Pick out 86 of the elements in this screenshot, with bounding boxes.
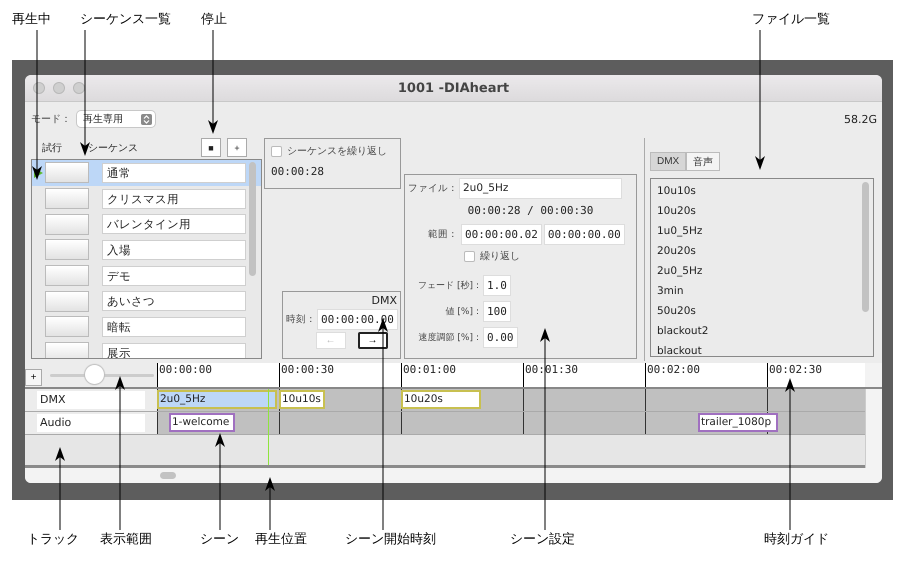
scrollbar-thumb[interactable]: [160, 472, 176, 479]
file-item[interactable]: 1u0_5Hz: [657, 221, 855, 241]
file-item[interactable]: 20u20s: [657, 241, 855, 261]
sequence-name-field[interactable]: 展示: [102, 342, 246, 358]
file-item[interactable]: 10u20s: [657, 201, 855, 221]
close-button[interactable]: [33, 82, 45, 94]
sequence-name-field[interactable]: 入場: [102, 240, 246, 260]
zoom-button[interactable]: [73, 82, 85, 94]
range-end-field[interactable]: 00:00:00.00: [544, 225, 624, 244]
value-field[interactable]: 0.00: [484, 328, 516, 347]
track-name-field[interactable]: DMX: [37, 391, 145, 409]
sequence-name-field[interactable]: デモ: [102, 266, 246, 286]
file-item[interactable]: 3min: [657, 281, 855, 301]
value-field[interactable]: 1.0: [484, 276, 510, 295]
add-button[interactable]: +: [227, 138, 247, 157]
scene-block[interactable]: trailer_1080p: [698, 413, 778, 432]
time-tick: 00:02:00: [645, 363, 700, 387]
callout-label: シーン: [200, 531, 239, 549]
callout-label: 停止: [201, 11, 227, 29]
checkbox-label: シーケンスを繰り返し: [287, 144, 387, 158]
try-button[interactable]: [45, 239, 89, 260]
position-text: 00:00:28 / 00:00:30: [468, 204, 594, 217]
column-header: 試行: [42, 142, 63, 154]
tab[interactable]: 音声: [686, 152, 720, 171]
callout-label: シーン設定: [510, 531, 575, 549]
scene-block[interactable]: 1-welcome: [169, 413, 235, 432]
sequence-name-field[interactable]: バレンタイン用: [102, 214, 246, 234]
sequence-time: 00:00:28: [271, 165, 325, 178]
callout-label: 再生位置: [255, 531, 307, 549]
time-field[interactable]: 00:00:00.00: [318, 310, 397, 329]
stop-button[interactable]: ■: [201, 138, 221, 157]
callout-label: シーケンス一覧: [80, 11, 171, 29]
range-start-field[interactable]: 00:00:00.02: [462, 225, 541, 244]
sequence-name-field[interactable]: あいさつ: [102, 291, 246, 312]
file-item[interactable]: 50u20s: [657, 301, 855, 321]
sequence-name-field[interactable]: 暗転: [102, 316, 246, 337]
tab[interactable]: DMX: [650, 152, 686, 171]
callout-label: シーン開始時刻: [345, 531, 436, 549]
field-label: 速度調節 [%]：: [418, 332, 482, 344]
value-field[interactable]: 100: [484, 302, 510, 321]
checkbox[interactable]: [271, 146, 282, 156]
storage-label: 58.2G: [844, 112, 877, 126]
time-label: 時刻：: [286, 313, 316, 326]
callout-label: 表示範囲: [100, 531, 152, 549]
minimize-button[interactable]: [53, 82, 65, 94]
stepper-icon: [141, 114, 152, 124]
try-button[interactable]: [45, 265, 89, 286]
window-title: 1001 -DIAheart: [398, 80, 510, 96]
file-item[interactable]: 10u10s: [657, 181, 855, 201]
track-name-field[interactable]: Audio: [37, 414, 145, 432]
scene-block[interactable]: 10u10s: [279, 390, 325, 409]
file-label: ファイル：: [408, 182, 458, 195]
field-label: フェード [秒]：: [417, 280, 482, 292]
scene-block[interactable]: 10u20s: [401, 390, 481, 409]
time-tick: 00:00:00: [157, 363, 212, 387]
add-track-button[interactable]: +: [25, 369, 42, 386]
zoom-slider[interactable]: [50, 365, 154, 385]
next-button[interactable]: →: [358, 332, 388, 349]
column-header: シーケンス: [88, 142, 139, 154]
scrollbar-thumb[interactable]: [249, 162, 256, 276]
time-tick: 00:01:00: [401, 363, 456, 387]
sequence-name-field[interactable]: 通常: [102, 162, 246, 183]
field-label: 値 [%]：: [444, 306, 482, 318]
file-item[interactable]: blackout: [657, 341, 855, 356]
time-tick: 00:00:30: [279, 363, 334, 387]
callout-label: ファイル一覧: [752, 11, 830, 29]
file-field[interactable]: 2u0_5Hz: [460, 179, 621, 198]
try-button[interactable]: [45, 214, 89, 235]
panel-title: DMX: [372, 294, 397, 307]
scene-block[interactable]: 2u0_5Hz: [157, 390, 277, 409]
pointer-arrow: [265, 477, 275, 530]
try-button[interactable]: [45, 316, 89, 338]
try-button[interactable]: [45, 290, 89, 312]
range-label: 範囲：: [428, 228, 458, 241]
try-button[interactable]: [45, 342, 89, 358]
file-item[interactable]: 2u0_5Hz: [657, 261, 855, 281]
checkbox-label: 繰り返し: [480, 250, 520, 263]
callout-label: 再生中: [12, 11, 51, 29]
sequence-name-field[interactable]: クリスマス用: [102, 188, 246, 209]
file-item[interactable]: blackout2: [657, 321, 855, 341]
scrollbar-thumb[interactable]: [862, 182, 869, 312]
try-button[interactable]: [45, 162, 89, 184]
checkbox[interactable]: [464, 250, 475, 262]
callout-label: 時刻ガイド: [764, 531, 829, 549]
callout-label: トラック: [27, 531, 79, 549]
try-button[interactable]: [45, 188, 89, 210]
